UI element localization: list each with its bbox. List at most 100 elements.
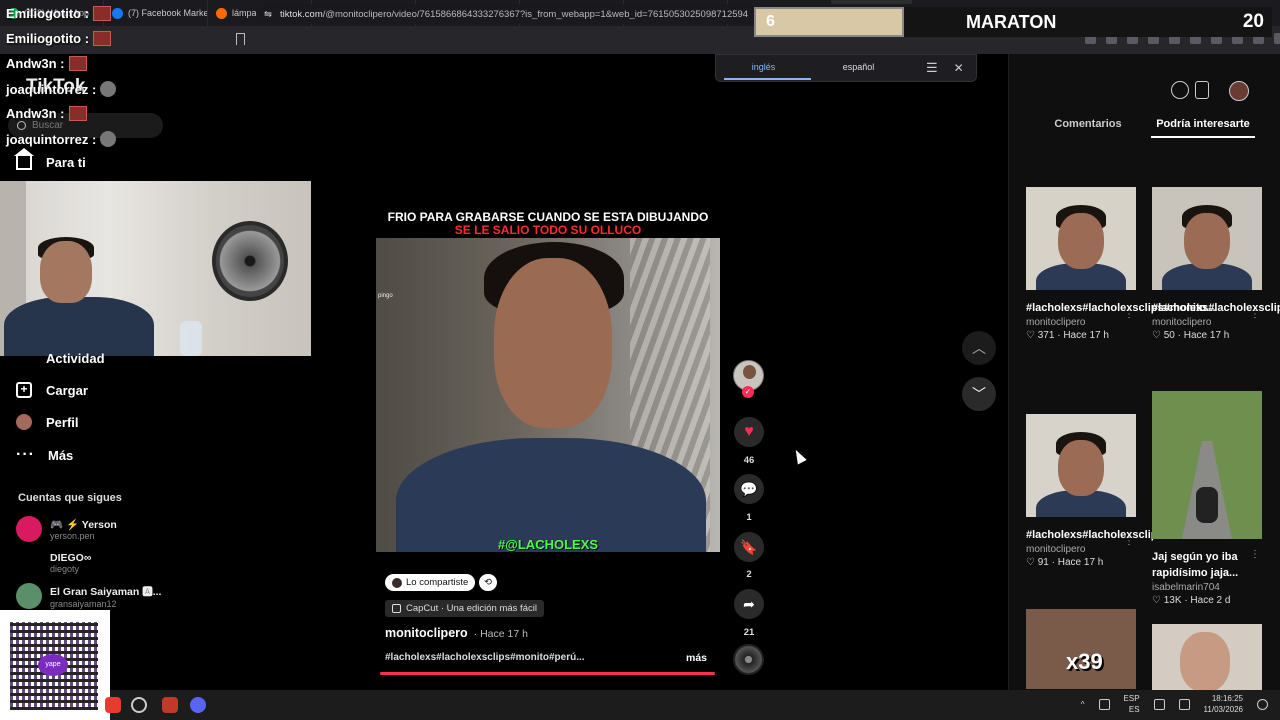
taskbar-app-icon[interactable]	[105, 697, 121, 713]
clock-date: 11/03/2026	[1203, 705, 1243, 714]
browser-tab[interactable]: (7) Facebook Marke	[104, 0, 208, 26]
following-account[interactable]: El Gran Saiyaman 🅰... gransaiyaman12	[16, 583, 161, 609]
card-title[interactable]: #lacholexs#lacholexsclips#monito...	[1026, 527, 1216, 543]
repost-button[interactable]: ⟲	[479, 574, 497, 591]
recommended-card[interactable]: #lacholexs#lacholexsclips#monito...⋮moni…	[1026, 187, 1216, 341]
comment-button[interactable]: 💬	[734, 474, 764, 504]
repost-icon: ⟲	[484, 577, 492, 588]
nav-upload-label: Cargar	[46, 382, 88, 398]
chat-username: Andw3n :	[6, 106, 65, 121]
tab-comments[interactable]: Comentarios	[1025, 118, 1151, 138]
nav-activity[interactable]: Actividad	[16, 351, 105, 366]
chat-emote-icon	[100, 131, 117, 147]
like-button[interactable]: ♥	[734, 417, 764, 447]
music-disc-icon[interactable]	[733, 644, 764, 675]
card-title[interactable]: Jaj según yo iba rapidísimo jaja...	[1152, 549, 1256, 581]
maraton-count: 20	[1242, 11, 1264, 32]
close-icon[interactable]: ✕	[954, 61, 964, 75]
followed-check-icon[interactable]: ✓	[742, 386, 754, 398]
more-options-icon[interactable]: ⋮	[1250, 309, 1260, 320]
nav-for-you-label: Para ti	[46, 155, 86, 170]
more-options-icon[interactable]: ⋮	[1124, 309, 1134, 320]
more-options-icon[interactable]: ⋮	[1250, 549, 1260, 560]
video-player[interactable]: pingo #@LACHOLEXS	[376, 238, 720, 552]
more-button[interactable]: más	[686, 652, 707, 664]
fan-image	[212, 221, 288, 301]
chat-message: Emiliogotito :	[6, 6, 112, 21]
share-button[interactable]: ➦	[734, 589, 764, 619]
recommended-card[interactable]: Jaj según yo iba rapidísimo jaja... ⋮ isab…	[1152, 391, 1264, 606]
bookmark-save-icon: 🔖	[740, 538, 758, 555]
capcut-link[interactable]: CapCut · Una edición más fácil	[385, 600, 544, 617]
url-domain: tiktok.com	[279, 8, 323, 20]
partial-card-thumbnail[interactable]: x39	[1026, 609, 1136, 689]
previous-video-button[interactable]: ︿	[962, 331, 996, 365]
url-path: /@monitoclipero/video/761586686433327636…	[322, 8, 749, 20]
explore-icon[interactable]	[1171, 81, 1189, 99]
system-tray: ^ ESP ES 18:16:25 11/03/2026	[1081, 693, 1268, 715]
chat-emote-icon	[93, 31, 112, 46]
nav-upload[interactable]: + Cargar	[16, 382, 88, 398]
chat-message: Emiliogotito :	[6, 31, 112, 46]
nav-for-you[interactable]: Para ti	[14, 147, 86, 170]
bookmark-icon[interactable]	[236, 33, 245, 45]
clock[interactable]: 18:16:25 11/03/2026	[1204, 693, 1243, 715]
video-description[interactable]: #lacholexs#lacholexsclips#monito#perú...	[385, 652, 595, 663]
following-account[interactable]: DIEGO∞ diegoty	[16, 550, 91, 576]
video-author[interactable]: monitoclipero · Hace 17 h	[385, 626, 528, 640]
nav-profile-label: Perfil	[46, 414, 79, 430]
card-thumbnail[interactable]	[1026, 414, 1136, 517]
maraton-title: MARATON	[966, 11, 1057, 32]
chat-username: Emiliogotito :	[6, 31, 90, 46]
microphone-icon[interactable]	[1098, 698, 1110, 710]
next-video-button[interactable]: ﹀	[962, 377, 996, 411]
more-options-icon[interactable]: ⋮	[1124, 536, 1134, 547]
nav-profile[interactable]: Perfil	[16, 414, 79, 430]
video-caption: FRIO PARA GRABARSE CUANDO SE ESTA DIBUJA…	[376, 211, 720, 241]
device-icon[interactable]	[1195, 81, 1209, 99]
card-stats: ♡ 13K · Hace 2 d	[1152, 595, 1231, 606]
card-title[interactable]: #lacholexs#lacholexsclips#monito...	[1026, 300, 1216, 316]
following-name: 🎮 ⚡ Yerson	[50, 518, 117, 531]
video-progress-bar[interactable]	[380, 672, 715, 675]
taskbar-app-icon[interactable]	[162, 697, 178, 713]
translate-source-tab[interactable]: inglés	[716, 54, 811, 82]
card-thumbnail[interactable]	[1026, 187, 1136, 290]
recommended-card[interactable]: #lacholexs#lacholexsclips#monito...⋮moni…	[1152, 187, 1280, 341]
user-avatar[interactable]	[1229, 81, 1249, 101]
card-thumbnail[interactable]	[1152, 187, 1262, 290]
save-button[interactable]: 🔖	[734, 532, 764, 562]
card-thumbnail[interactable]	[1152, 391, 1262, 539]
nav-more[interactable]: ··· Más	[16, 446, 73, 464]
tab-recommended[interactable]: Podría interesarte	[1151, 118, 1255, 138]
post-time: · Hace 17 h	[473, 628, 528, 640]
discord-icon[interactable]	[190, 697, 206, 713]
like-count: 46	[743, 455, 755, 466]
recommended-card[interactable]: #lacholexs#lacholexsclips#monito...⋮moni…	[1026, 414, 1216, 568]
following-account[interactable]: 🎮 ⚡ Yerson yerson.pen	[16, 516, 117, 542]
comment-icon: 💬	[740, 480, 758, 497]
card-author[interactable]: monitoclipero	[1026, 317, 1138, 328]
card-author[interactable]: monitoclipero	[1152, 317, 1264, 328]
menu-icon[interactable]: ☰	[926, 60, 938, 76]
translate-target-tab[interactable]: español	[811, 54, 906, 82]
site-info-icon[interactable]: ⇋	[264, 9, 272, 20]
volume-icon[interactable]	[1178, 698, 1190, 710]
author-name[interactable]: monitoclipero	[385, 626, 468, 640]
save-count: 2	[746, 569, 752, 580]
chevron-up-icon[interactable]: ^	[1081, 700, 1085, 709]
card-title[interactable]: #lacholexs#lacholexsclips#monito...	[1152, 300, 1280, 316]
shared-chip[interactable]: Lo compartiste	[385, 574, 476, 591]
taskbar-app-icon[interactable]	[131, 697, 147, 713]
translate-bar: inglés español ☰ ✕	[715, 54, 977, 82]
lang-code-2: ES	[1128, 705, 1140, 714]
card-author[interactable]: isabelmarin704	[1152, 582, 1264, 593]
stream-counter: 6	[754, 7, 904, 37]
chat-emote-icon	[93, 6, 112, 21]
card-author[interactable]: monitoclipero	[1026, 544, 1138, 555]
notifications-icon[interactable]	[1257, 698, 1268, 710]
display-icon[interactable]	[1153, 698, 1165, 710]
language-indicator[interactable]: ESP ES	[1124, 693, 1140, 715]
partial-card-thumbnail[interactable]	[1152, 624, 1262, 690]
chat-username: joaquintorrez :	[6, 81, 97, 97]
